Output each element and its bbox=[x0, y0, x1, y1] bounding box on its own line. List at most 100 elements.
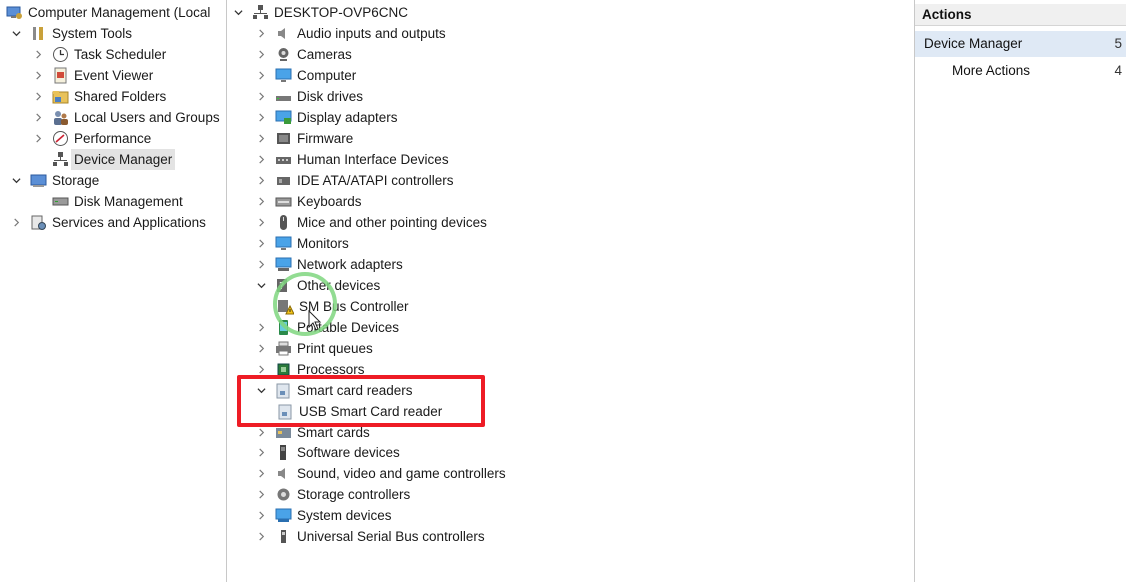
chevron-right-icon[interactable] bbox=[32, 86, 44, 107]
tree-item-system-tools[interactable]: System Tools bbox=[10, 23, 132, 44]
chevron-right-icon[interactable] bbox=[255, 254, 267, 275]
actions-pane: Actions Device Manager 5 More Actions 4 bbox=[914, 0, 1126, 582]
chevron-right-icon[interactable] bbox=[255, 484, 267, 505]
tree-item-label: Storage bbox=[52, 173, 100, 188]
device-category-usb[interactable]: Universal Serial Bus controllers bbox=[255, 526, 485, 547]
device-category-audio[interactable]: Audio inputs and outputs bbox=[255, 23, 446, 44]
device-category-mice[interactable]: Mice and other pointing devices bbox=[255, 212, 487, 233]
tree-item-disk-management[interactable]: Disk Management bbox=[52, 191, 183, 212]
chevron-right-icon[interactable] bbox=[255, 128, 267, 149]
chevron-right-icon[interactable] bbox=[255, 86, 267, 107]
actions-device-manager[interactable]: Device Manager 5 bbox=[915, 31, 1126, 57]
storage-controller-icon bbox=[275, 486, 292, 503]
device-category-label: Computer bbox=[297, 68, 357, 83]
device-category-label: Human Interface Devices bbox=[297, 152, 449, 167]
chevron-right-icon[interactable] bbox=[255, 107, 267, 128]
mouse-cursor-icon bbox=[308, 310, 322, 331]
computer-management-icon bbox=[6, 4, 23, 21]
tree-item-device-manager[interactable]: Device Manager bbox=[52, 149, 176, 170]
device-tree-root[interactable]: DESKTOP-OVP6CNC bbox=[232, 2, 408, 23]
monitor-icon bbox=[275, 67, 292, 84]
chevron-down-icon[interactable] bbox=[10, 170, 22, 191]
chevron-right-icon[interactable] bbox=[255, 44, 267, 65]
device-category-label: Print queues bbox=[297, 341, 373, 356]
device-category-label: Cameras bbox=[297, 47, 352, 62]
device-category-label: Disk drives bbox=[297, 89, 364, 104]
chevron-right-icon[interactable] bbox=[255, 191, 267, 212]
tree-item-label: Local Users and Groups bbox=[74, 110, 220, 125]
device-category-label: Network adapters bbox=[297, 257, 403, 272]
tree-item-computer-management[interactable]: Computer Management (Local bbox=[6, 2, 210, 23]
chevron-right-icon[interactable] bbox=[255, 149, 267, 170]
chevron-right-icon[interactable] bbox=[32, 65, 44, 86]
hid-icon bbox=[275, 151, 292, 168]
tools-icon bbox=[30, 25, 47, 42]
device-category-display-adapters[interactable]: Display adapters bbox=[255, 107, 398, 128]
tree-item-shared-folders[interactable]: Shared Folders bbox=[32, 86, 166, 107]
device-category-keyboards[interactable]: Keyboards bbox=[255, 191, 362, 212]
device-category-hid[interactable]: Human Interface Devices bbox=[255, 149, 449, 170]
disk-drive-icon bbox=[275, 88, 292, 105]
device-category-sound[interactable]: Sound, video and game controllers bbox=[255, 463, 506, 484]
more-actions-item[interactable]: More Actions 4 bbox=[915, 58, 1126, 84]
device-category-firmware[interactable]: Firmware bbox=[255, 128, 353, 149]
device-category-storage-controllers[interactable]: Storage controllers bbox=[255, 484, 410, 505]
tree-item-label: Performance bbox=[74, 131, 152, 146]
tree-item-label: Task Scheduler bbox=[74, 47, 167, 62]
chevron-right-icon[interactable] bbox=[255, 463, 267, 484]
highlight-box bbox=[237, 375, 485, 427]
camera-icon bbox=[275, 46, 292, 63]
tree-item-event-viewer[interactable]: Event Viewer bbox=[32, 65, 153, 86]
usb-icon bbox=[275, 528, 292, 545]
mouse-icon bbox=[275, 214, 292, 231]
device-category-computer[interactable]: Computer bbox=[255, 65, 356, 86]
chevron-down-icon[interactable] bbox=[10, 23, 22, 44]
chevron-down-icon[interactable] bbox=[255, 275, 267, 296]
tree-item-performance[interactable]: Performance bbox=[32, 128, 151, 149]
device-category-label: Monitors bbox=[297, 236, 349, 251]
chevron-right-icon[interactable] bbox=[255, 170, 267, 191]
tree-item-local-users-groups[interactable]: Local Users and Groups bbox=[32, 107, 220, 128]
tree-item-services-apps[interactable]: Services and Applications bbox=[10, 212, 206, 233]
tree-item-storage[interactable]: Storage bbox=[10, 170, 99, 191]
device-category-monitors[interactable]: Monitors bbox=[255, 233, 349, 254]
actions-header: Actions bbox=[915, 4, 1126, 26]
computer-network-icon bbox=[252, 4, 269, 21]
chevron-right-icon[interactable] bbox=[255, 212, 267, 233]
device-category-label: Firmware bbox=[297, 131, 354, 146]
chevron-right-icon[interactable] bbox=[32, 107, 44, 128]
device-category-ide[interactable]: IDE ATA/ATAPI controllers bbox=[255, 170, 454, 191]
computer-name: DESKTOP-OVP6CNC bbox=[274, 5, 409, 20]
click-indicator-ring bbox=[273, 272, 337, 336]
device-category-label: Mice and other pointing devices bbox=[297, 215, 487, 230]
console-tree-pane: Computer Management (Local System Tools … bbox=[0, 0, 220, 582]
chevron-right-icon[interactable] bbox=[255, 65, 267, 86]
chevron-right-icon[interactable] bbox=[255, 442, 267, 463]
device-category-label: Sound, video and game controllers bbox=[297, 466, 506, 481]
chevron-right-icon[interactable] bbox=[32, 128, 44, 149]
chevron-right-icon[interactable] bbox=[255, 505, 267, 526]
device-category-cameras[interactable]: Cameras bbox=[255, 44, 352, 65]
device-category-print-queues[interactable]: Print queues bbox=[255, 338, 373, 359]
chevron-right-icon[interactable] bbox=[255, 233, 267, 254]
tree-item-label: Disk Management bbox=[74, 194, 183, 209]
tree-item-label: Shared Folders bbox=[74, 89, 167, 104]
chevron-down-icon[interactable] bbox=[232, 2, 244, 23]
chevron-right-icon[interactable] bbox=[255, 526, 267, 547]
event-log-icon bbox=[52, 67, 69, 84]
tree-item-task-scheduler[interactable]: Task Scheduler bbox=[32, 44, 166, 65]
device-category-network[interactable]: Network adapters bbox=[255, 254, 403, 275]
device-category-system-devices[interactable]: System devices bbox=[255, 505, 392, 526]
device-category-label: Keyboards bbox=[297, 194, 362, 209]
chevron-right-icon[interactable] bbox=[32, 44, 44, 65]
chevron-right-icon[interactable] bbox=[10, 212, 22, 233]
chevron-right-icon[interactable] bbox=[255, 317, 267, 338]
speaker-icon bbox=[275, 465, 292, 482]
software-device-icon bbox=[275, 444, 292, 461]
device-category-label: Audio inputs and outputs bbox=[297, 26, 446, 41]
chevron-right-icon[interactable] bbox=[255, 23, 267, 44]
device-category-disk-drives[interactable]: Disk drives bbox=[255, 86, 363, 107]
chevron-right-icon[interactable] bbox=[255, 338, 267, 359]
speaker-icon bbox=[275, 25, 292, 42]
device-category-software-devices[interactable]: Software devices bbox=[255, 442, 400, 463]
